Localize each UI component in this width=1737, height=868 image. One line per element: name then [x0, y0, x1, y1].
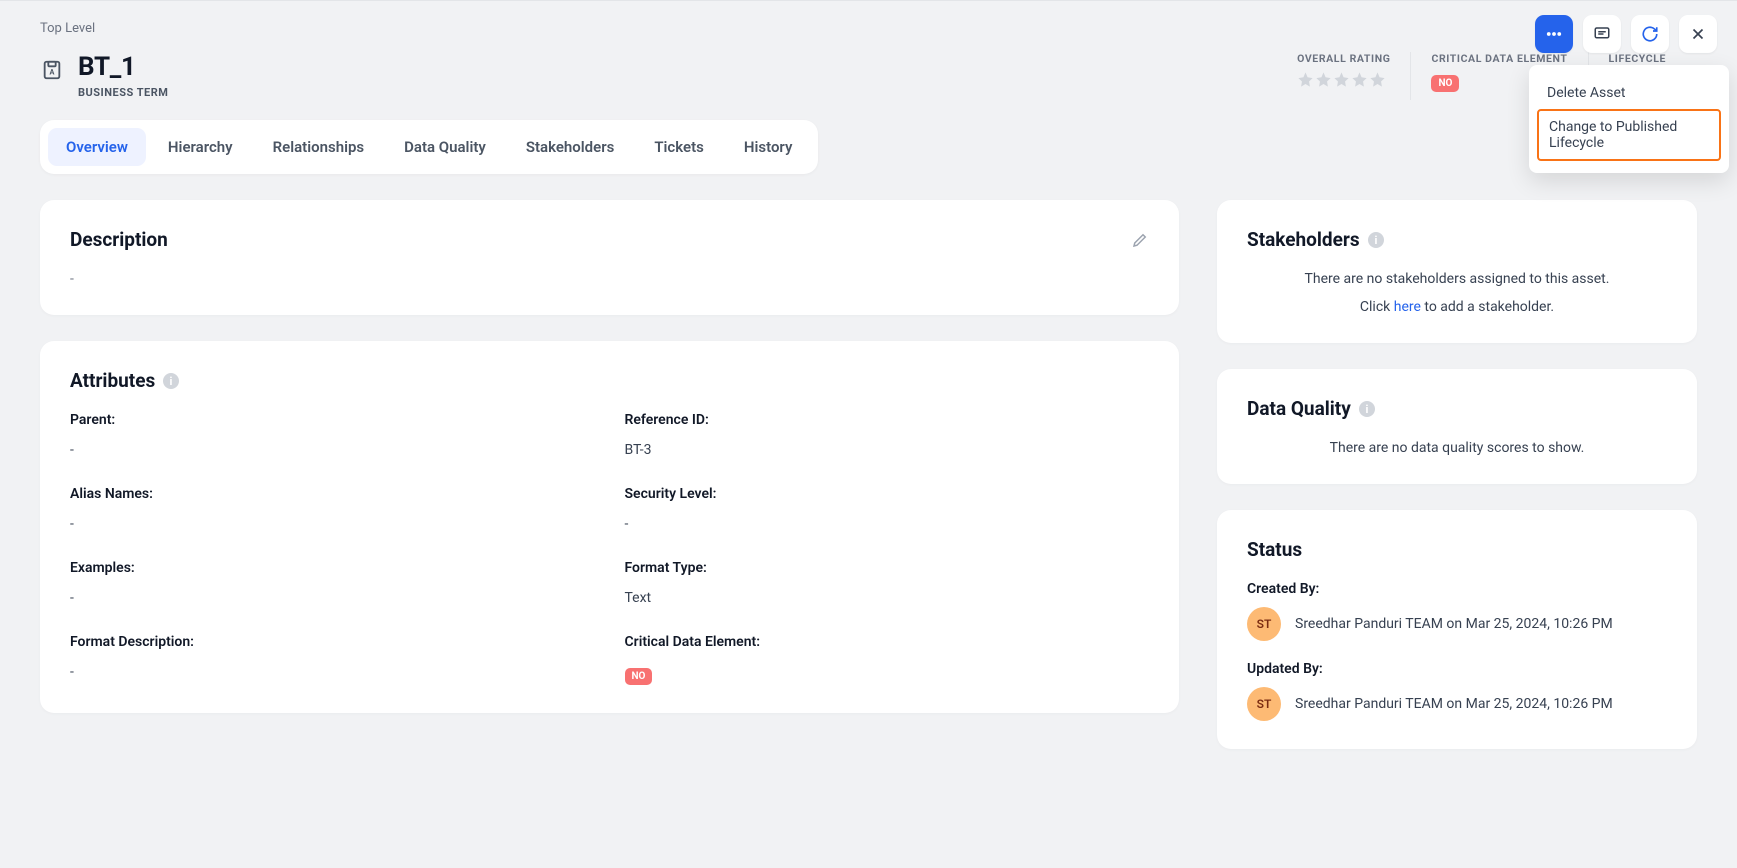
- created-by-label: Created By:: [1247, 581, 1667, 597]
- action-bar: [1535, 15, 1717, 53]
- attr-cde-label: Critical Data Element:: [625, 634, 1150, 650]
- attr-examples-label: Examples:: [70, 560, 595, 576]
- star-icon: [1369, 71, 1386, 88]
- dots-icon: [1545, 25, 1563, 43]
- info-icon[interactable]: i: [163, 373, 179, 389]
- comment-icon: [1593, 25, 1611, 43]
- lifecycle-label: LIFECYCLE: [1609, 52, 1677, 65]
- tab-relationships[interactable]: Relationships: [255, 128, 383, 166]
- close-button[interactable]: [1679, 15, 1717, 53]
- attributes-card: Attributes i Parent: - Reference ID: BT-…: [40, 341, 1179, 713]
- delete-asset-menu-item[interactable]: Delete Asset: [1537, 77, 1721, 109]
- stakeholders-title: Stakeholders: [1247, 228, 1360, 251]
- attr-referenceid-value: BT-3: [625, 442, 1150, 458]
- star-icon: [1351, 71, 1368, 88]
- more-actions-button[interactable]: [1535, 15, 1573, 53]
- status-card: Status Created By: ST Sreedhar Panduri T…: [1217, 510, 1697, 749]
- svg-text:i: i: [1374, 234, 1377, 247]
- rating-stars[interactable]: [1297, 71, 1390, 88]
- asset-title: BT_1: [78, 52, 168, 82]
- svg-text:A: A: [50, 68, 55, 77]
- overall-rating-label: OVERALL RATING: [1297, 52, 1390, 65]
- attr-formatdesc-label: Format Description:: [70, 634, 595, 650]
- info-icon[interactable]: i: [1368, 232, 1384, 248]
- status-title: Status: [1247, 538, 1302, 561]
- description-body: -: [70, 271, 1149, 287]
- tab-hierarchy[interactable]: Hierarchy: [150, 128, 251, 166]
- star-icon: [1315, 71, 1332, 88]
- description-title: Description: [70, 228, 168, 251]
- tab-data-quality[interactable]: Data Quality: [386, 128, 504, 166]
- stakeholders-hint: Click here to add a stakeholder.: [1247, 299, 1667, 315]
- breadcrumb[interactable]: Top Level: [40, 1, 1697, 52]
- attr-security-value: -: [625, 516, 1150, 532]
- data-quality-card: Data Quality i There are no data quality…: [1217, 369, 1697, 484]
- info-icon[interactable]: i: [1359, 401, 1375, 417]
- refresh-icon: [1641, 25, 1659, 43]
- attr-formatdesc-value: -: [70, 664, 595, 680]
- updated-by-label: Updated By:: [1247, 661, 1667, 677]
- svg-text:i: i: [1365, 403, 1368, 416]
- attr-alias-value: -: [70, 516, 595, 532]
- description-card: Description -: [40, 200, 1179, 315]
- attr-cde-badge: NO: [625, 668, 653, 685]
- attr-formattype-value: Text: [625, 590, 1150, 606]
- add-stakeholder-link[interactable]: here: [1394, 299, 1421, 315]
- refresh-button[interactable]: [1631, 15, 1669, 53]
- pencil-icon: [1131, 231, 1149, 249]
- change-lifecycle-menu-item[interactable]: Change to Published Lifecycle: [1537, 109, 1721, 161]
- star-icon: [1297, 71, 1314, 88]
- data-quality-empty-text: There are no data quality scores to show…: [1247, 440, 1667, 456]
- tabs: Overview Hierarchy Relationships Data Qu…: [40, 120, 818, 174]
- tab-tickets[interactable]: Tickets: [636, 128, 722, 166]
- cde-label: CRITICAL DATA ELEMENT: [1431, 52, 1567, 65]
- attr-formattype-label: Format Type:: [625, 560, 1150, 576]
- tab-stakeholders[interactable]: Stakeholders: [508, 128, 632, 166]
- edit-description-button[interactable]: [1131, 231, 1149, 249]
- avatar: ST: [1247, 687, 1281, 721]
- attr-alias-label: Alias Names:: [70, 486, 595, 502]
- stakeholders-empty-text: There are no stakeholders assigned to th…: [1247, 271, 1667, 287]
- tab-overview[interactable]: Overview: [48, 128, 146, 166]
- attributes-title: Attributes: [70, 369, 155, 392]
- title-block: A BT_1 BUSINESS TERM: [40, 52, 168, 99]
- asset-type-label: BUSINESS TERM: [78, 86, 168, 99]
- svg-text:i: i: [170, 375, 173, 388]
- tab-history[interactable]: History: [726, 128, 811, 166]
- comments-button[interactable]: [1583, 15, 1621, 53]
- close-icon: [1689, 25, 1707, 43]
- cde-badge: NO: [1431, 75, 1459, 92]
- attr-parent-value: -: [70, 442, 595, 458]
- actions-dropdown: Delete Asset Change to Published Lifecyc…: [1529, 65, 1729, 173]
- star-icon: [1333, 71, 1350, 88]
- attr-examples-value: -: [70, 590, 595, 606]
- attr-security-label: Security Level:: [625, 486, 1150, 502]
- created-by-text: Sreedhar Panduri TEAM on Mar 25, 2024, 1…: [1295, 616, 1613, 632]
- asset-type-icon: A: [40, 58, 64, 82]
- attr-referenceid-label: Reference ID:: [625, 412, 1150, 428]
- avatar: ST: [1247, 607, 1281, 641]
- stakeholders-card: Stakeholders i There are no stakeholders…: [1217, 200, 1697, 343]
- data-quality-title: Data Quality: [1247, 397, 1351, 420]
- attr-parent-label: Parent:: [70, 412, 595, 428]
- updated-by-text: Sreedhar Panduri TEAM on Mar 25, 2024, 1…: [1295, 696, 1613, 712]
